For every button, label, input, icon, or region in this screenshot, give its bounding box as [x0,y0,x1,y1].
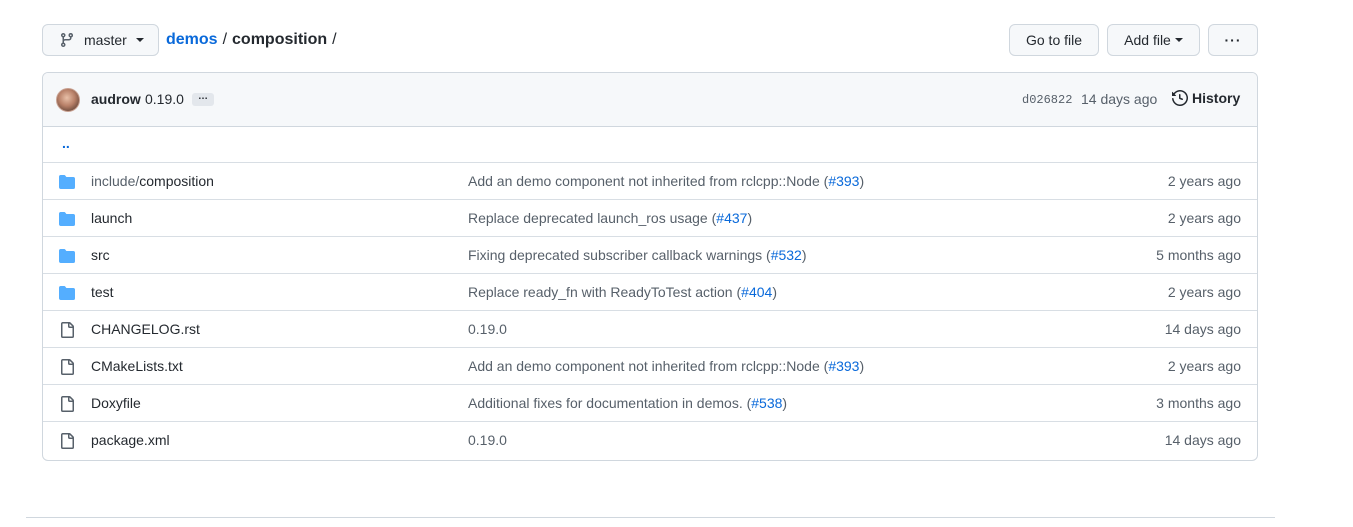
commit-message-text: Additional fixes for documentation in de… [468,395,752,411]
pull-request-link[interactable]: #532 [771,247,802,263]
file-icon [59,396,75,415]
pull-request-link[interactable]: #437 [716,210,747,226]
branch-name: master [84,32,127,48]
file-row[interactable]: CMakeLists.txt Add an demo component not … [43,348,1257,385]
breadcrumb-repo-link[interactable]: demos [166,31,218,49]
commit-age: 14 days ago [1164,321,1241,337]
file-name-link[interactable]: CMakeLists.txt [91,358,183,374]
commit-message-link[interactable]: Replace deprecated launch_ros usage (#43… [468,210,752,226]
chevron-down-icon [135,38,144,42]
file-name-link[interactable]: launch [91,210,132,226]
pull-request-link[interactable]: #393 [828,173,859,189]
commit-message-end: ) [801,247,807,263]
commit-message-end: ) [782,395,788,411]
file-name-link[interactable]: src [91,247,110,263]
history-link[interactable]: History [1172,90,1240,106]
commit-message-text: 0.19.0 [468,321,507,337]
breadcrumb: demos / composition / [166,24,342,56]
folder-icon [59,174,75,193]
branch-selector-button[interactable]: master [42,24,159,56]
file-name: src [91,247,110,263]
commit-message-link[interactable]: Additional fixes for documentation in de… [468,395,787,411]
folder-icon [59,248,75,267]
file-name-link[interactable]: test [91,284,114,300]
breadcrumb-separator: / [222,31,228,48]
file-path-prefix: include/ [91,173,140,189]
commit-sha[interactable]: d026822 [1022,93,1072,107]
folder-icon [59,285,75,304]
add-file-label: Add file [1124,32,1171,48]
history-label: History [1192,90,1241,106]
file-name-link[interactable]: CHANGELOG.rst [91,321,200,337]
history-icon [1172,90,1188,106]
file-row[interactable]: package.xml 0.19.0 14 days ago [43,422,1257,459]
commit-time: 14 days ago [1081,91,1158,107]
file-icon [59,359,75,378]
commit-age: 2 years ago [1167,284,1241,300]
commit-age: 2 years ago [1167,358,1241,374]
commit-message-link[interactable]: 0.19.0 [468,432,507,448]
commit-message[interactable]: 0.19.0 [145,91,184,107]
commit-age: 2 years ago [1167,210,1241,226]
add-file-button[interactable]: Add file [1107,24,1200,56]
divider [26,517,1275,518]
file-name-link[interactable]: include/composition [91,173,214,189]
git-branch-icon [60,33,73,48]
pull-request-link[interactable]: #538 [751,395,782,411]
commit-message-text: Fixing deprecated subscriber callback wa… [468,247,771,263]
file-name: CHANGELOG.rst [91,321,200,337]
commit-message-text: Add an demo component not inherited from… [468,173,829,189]
breadcrumb-current: composition [232,31,328,48]
commit-message-text: 0.19.0 [468,432,507,448]
commit-message-link[interactable]: 0.19.0 [468,321,507,337]
commit-age: 2 years ago [1167,173,1241,189]
breadcrumb-trailing-separator: / [332,31,337,48]
commit-message-text: Add an demo component not inherited from… [468,358,829,374]
commit-message-link[interactable]: Replace ready_fn with ReadyToTest action… [468,284,777,300]
file-row[interactable]: Doxyfile Additional fixes for documentati… [43,385,1257,422]
file-row[interactable]: test Replace ready_fn with ReadyToTest ac… [43,274,1257,311]
expand-commit-button[interactable]: … [192,92,214,106]
commit-message-text: Replace deprecated launch_ros usage ( [468,210,717,226]
commit-message-end: ) [859,173,865,189]
commit-message-end: ) [772,284,777,300]
commit-message-link[interactable]: Add an demo component not inherited from… [468,173,864,189]
file-name-link[interactable]: Doxyfile [91,395,141,411]
pull-request-link[interactable]: #404 [741,284,772,300]
file-name: composition [139,173,214,189]
file-icon [59,322,75,341]
file-browser: audrow 0.19.0 … d026822 14 days ago Hist… [42,72,1258,461]
file-navigation: master demos / composition / Go to file … [42,24,1258,56]
file-name: package.xml [91,432,170,448]
commit-message-end: ) [859,358,865,374]
commit-message-end: ) [747,210,753,226]
file-row[interactable]: launch Replace deprecated launch_ros usag… [43,200,1257,237]
go-to-file-button[interactable]: Go to file [1009,24,1099,56]
commit-message-text: Replace ready_fn with ReadyToTest action… [468,284,742,300]
file-name: test [91,284,114,300]
file-row[interactable]: include/composition Add an demo component… [43,163,1257,200]
file-name: launch [91,210,133,226]
commit-age: 3 months ago [1156,395,1241,411]
commit-author[interactable]: audrow [91,91,141,107]
file-name: CMakeLists.txt [91,358,183,374]
chevron-down-icon [1174,38,1183,42]
file-row[interactable]: src Fixing deprecated subscriber callback… [43,237,1257,274]
parent-directory-row[interactable]: .. [43,127,1257,163]
file-name: Doxyfile [91,395,141,411]
file-name-link[interactable]: package.xml [91,432,170,448]
file-icon [59,433,75,452]
more-options-button[interactable]: ··· [1208,24,1258,56]
commit-age: 14 days ago [1164,432,1241,448]
commit-message-link[interactable]: Fixing deprecated subscriber callback wa… [468,247,807,263]
parent-directory-link[interactable]: .. [62,135,70,151]
pull-request-link[interactable]: #393 [828,358,859,374]
latest-commit-bar: audrow 0.19.0 … d026822 14 days ago Hist… [43,73,1257,127]
commit-age: 5 months ago [1156,247,1241,263]
avatar[interactable] [56,88,80,112]
commit-message-link[interactable]: Add an demo component not inherited from… [468,358,864,374]
folder-icon [59,211,75,230]
file-row[interactable]: CHANGELOG.rst 0.19.0 14 days ago [43,311,1257,348]
